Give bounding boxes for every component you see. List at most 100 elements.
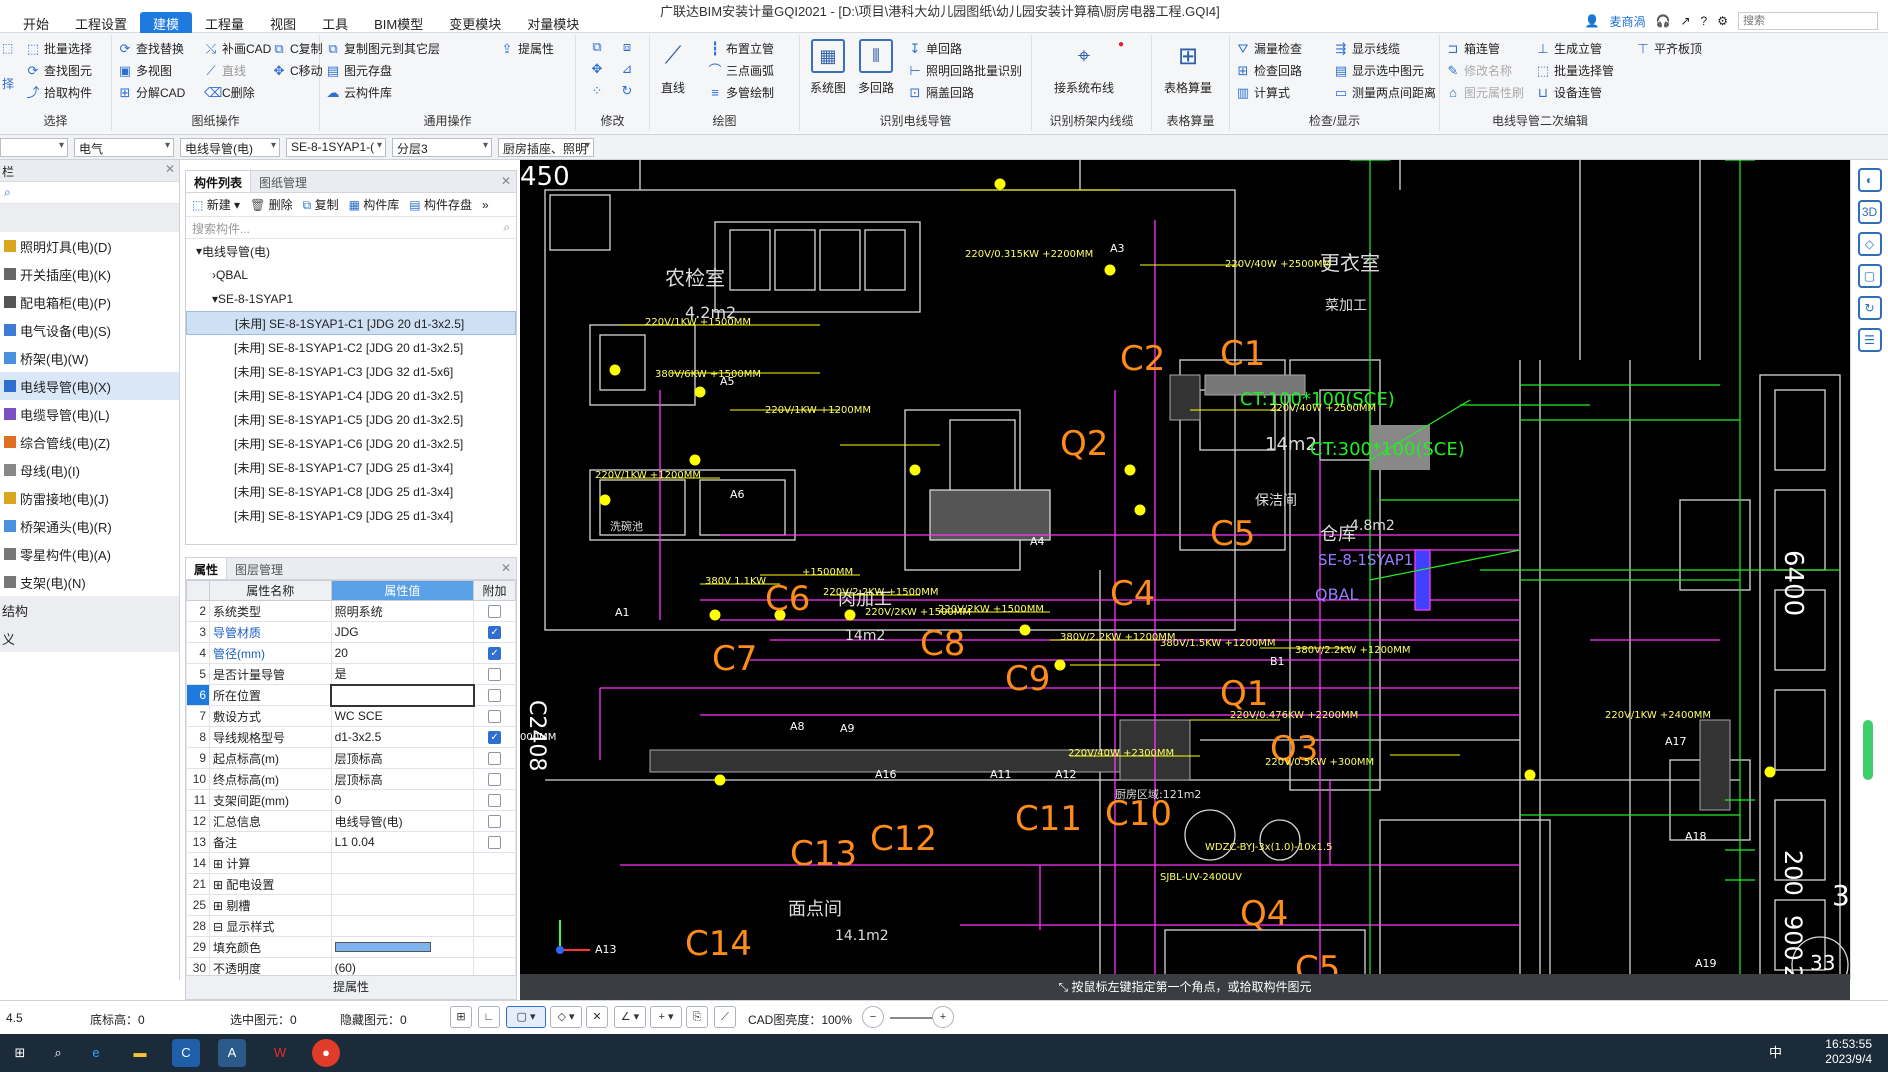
tab-properties[interactable]: 属性: [186, 558, 228, 579]
nav-search-icon[interactable]: ⌕: [0, 182, 179, 204]
menu-item-1[interactable]: 工程设置: [62, 12, 140, 35]
view-3d-icon[interactable]: 3D: [1857, 200, 1882, 224]
nav-item-10[interactable]: 桥架通头(电)(R): [0, 512, 179, 540]
system-diagram-button[interactable]: ▦ 系统图: [810, 39, 846, 96]
cad-drawing-canvas[interactable]: 农检室 4.2m2 更衣室 菜加工 14m2 保洁间 仓库 4.8m2 肉加工 14m2 面点间 14…: [520, 160, 1850, 980]
view-box-icon[interactable]: ▢: [1857, 264, 1882, 288]
box-connect-button[interactable]: ⊐ 箱连管: [1446, 40, 1500, 57]
new-component-button[interactable]: ⬚ 新建 ▾: [192, 196, 240, 213]
component-library-button[interactable]: ▦ 构件库: [349, 196, 400, 213]
property-row[interactable]: 5 是否计量导管是: [185, 663, 516, 685]
property-value[interactable]: [330, 894, 475, 916]
property-checkbox[interactable]: ✓: [488, 647, 502, 661]
view-rotate-icon[interactable]: ◐: [1857, 168, 1882, 192]
tree-item[interactable]: [未用] SE-8-1SYAP1-C7 [JDG 25 d1-3x4]: [186, 455, 516, 479]
tree-item[interactable]: [未用] SE-8-1SYAP1-C4 [JDG 20 d1-3x2.5]: [186, 383, 516, 407]
property-checkbox[interactable]: [488, 815, 502, 829]
global-search-input[interactable]: [1738, 12, 1878, 30]
more-icon[interactable]: »: [482, 198, 489, 212]
tree-item[interactable]: [未用] SE-8-1SYAP1-C2 [JDG 20 d1-3x2.5]: [186, 335, 516, 359]
tab-component-list[interactable]: 构件列表: [186, 171, 252, 192]
close-icon[interactable]: ✕: [501, 174, 511, 188]
nav-group-custom[interactable]: 义: [0, 624, 179, 652]
property-row[interactable]: 25 ⊞ 剔槽: [185, 894, 516, 916]
find-element-button[interactable]: ⟳ 查找图元: [26, 62, 92, 79]
property-value[interactable]: [330, 936, 475, 958]
tree-node-qbal[interactable]: › QBAL: [186, 263, 516, 287]
tree-item[interactable]: [未用] SE-8-1SYAP1-C9 [JDG 25 d1-3x4]: [186, 503, 516, 527]
close-icon[interactable]: ✕: [165, 162, 175, 176]
type-select[interactable]: 电线导管(电): [180, 138, 280, 157]
property-row[interactable]: 21 ⊞ 配电设置: [185, 873, 516, 895]
menu-item-8[interactable]: 对量模块: [514, 12, 592, 35]
discipline-select[interactable]: 电气: [74, 138, 174, 157]
tree-node-root[interactable]: ▾ 电线导管(电): [186, 239, 516, 263]
tree-item[interactable]: [未用] SE-8-1SYAP1-C8 [JDG 25 d1-3x4]: [186, 479, 516, 503]
property-value[interactable]: [330, 915, 475, 937]
headset-icon[interactable]: 🎧: [1656, 14, 1671, 28]
menu-item-5[interactable]: 工具: [309, 12, 361, 35]
nav-item-5[interactable]: 电线导管(电)(X): [0, 372, 179, 400]
select-mode-icon[interactable]: ⬚: [2, 41, 13, 55]
glodon-app-icon[interactable]: A: [218, 1039, 246, 1067]
property-checkbox[interactable]: ✓: [488, 626, 502, 640]
measure-distance-button[interactable]: ▭ 测量两点间距离: [1334, 84, 1436, 101]
component-save-button[interactable]: ▤ 构件存盘: [409, 196, 472, 213]
property-checkbox[interactable]: [488, 689, 502, 703]
extract-attr-button[interactable]: 提属性: [333, 980, 369, 994]
zoom-out-button[interactable]: −: [862, 1006, 884, 1028]
app-icon[interactable]: ●: [312, 1039, 340, 1067]
device-connect-button[interactable]: ⊔ 设备连管: [1536, 84, 1602, 101]
tab-drawing-management[interactable]: 图纸管理: [251, 171, 315, 192]
c-delete-button[interactable]: ⌫ C删除: [204, 84, 255, 101]
batch-select-pipe-button[interactable]: ⬚ 批量选择管: [1536, 62, 1614, 79]
property-value[interactable]: WC SCE: [330, 705, 475, 727]
single-circuit-button[interactable]: ↧ 单回路: [908, 40, 962, 57]
c-copy-button[interactable]: ⧉ C复制: [272, 40, 322, 57]
align-slab-button[interactable]: ⊤ 平齐板顶: [1636, 40, 1702, 57]
rename-button[interactable]: ✎ 修改名称: [1446, 62, 1512, 79]
scroll-indicator[interactable]: [1863, 720, 1873, 780]
multi-pipe-button[interactable]: ≡ 多管绘制: [708, 84, 774, 101]
modify-mirror-icon[interactable]: ⊿: [620, 62, 634, 76]
modify-offset-icon[interactable]: ⧈: [620, 40, 634, 54]
tree-item[interactable]: [未用] SE-8-1SYAP1-C1 [JDG 20 d1-3x2.5]: [186, 311, 516, 335]
user-name[interactable]: 麦商渦: [1610, 13, 1646, 30]
close-icon[interactable]: ✕: [501, 561, 511, 575]
ime-indicator[interactable]: 中: [1769, 1045, 1782, 1060]
polar-button[interactable]: ⟋: [714, 1006, 736, 1028]
multi-view-button[interactable]: ▣ 多视图: [118, 62, 172, 79]
route-by-system-button[interactable]: ⌖ 接系统布线: [1054, 39, 1114, 96]
menu-item-4[interactable]: 视图: [257, 12, 309, 35]
generate-riser-button[interactable]: ⊥ 生成立管: [1536, 40, 1602, 57]
view-list-icon[interactable]: ☰: [1857, 328, 1882, 352]
modify-rotate-icon[interactable]: ↻: [620, 84, 634, 98]
view-refresh-icon[interactable]: ↻: [1857, 296, 1882, 320]
nav-item-11[interactable]: 零星构件(电)(A): [0, 540, 179, 568]
pick-component-button[interactable]: ⤴ 拾取构件: [26, 84, 92, 101]
property-value[interactable]: [330, 852, 475, 874]
view-cube-icon[interactable]: ◇: [1857, 232, 1882, 256]
property-row[interactable]: 4 管径(mm) 20 ✓: [185, 642, 516, 664]
property-value[interactable]: 层顶标高: [330, 768, 475, 790]
nav-item-3[interactable]: 电气设备(电)(S): [0, 316, 179, 344]
line-button[interactable]: ⟋ 直线: [204, 62, 246, 79]
tree-item[interactable]: [未用] SE-8-1SYAP1-C3 [JDG 32 d1-5x6]: [186, 359, 516, 383]
user-icon[interactable]: 👤: [1585, 14, 1600, 28]
component-search-input[interactable]: 搜索构件... ⌕: [186, 217, 516, 239]
attr-brush-button[interactable]: ⌂ 图元属性刷: [1446, 84, 1524, 101]
view-3d-button[interactable]: ◇ ▾: [550, 1006, 582, 1028]
explode-cad-button[interactable]: ⊞ 分解CAD: [118, 84, 186, 101]
property-row[interactable]: 29 填充颜色: [185, 936, 516, 958]
file-explorer-icon[interactable]: ▬: [126, 1039, 154, 1067]
property-row[interactable]: 12 汇总信息 电线导管(电): [185, 810, 516, 832]
three-point-arc-button[interactable]: ⌒ 三点画弧: [708, 62, 774, 79]
menu-item-2[interactable]: 建模: [140, 12, 193, 35]
hide-button[interactable]: ✕: [586, 1006, 608, 1028]
cad-drawing[interactable]: 农检室4.2m2更衣室菜加工14m2保洁间仓库4.8m2肉加工14m2面点间14…: [520, 160, 1850, 980]
settings-icon[interactable]: ⚙: [1717, 14, 1728, 28]
nav-item-7[interactable]: 综合管线(电)(Z): [0, 428, 179, 456]
nav-item-0[interactable]: 照明灯具(电)(D): [0, 232, 179, 260]
lighting-batch-button[interactable]: ⊢ 照明回路批量识别: [908, 62, 1022, 79]
property-value[interactable]: 照明系统: [330, 600, 475, 622]
